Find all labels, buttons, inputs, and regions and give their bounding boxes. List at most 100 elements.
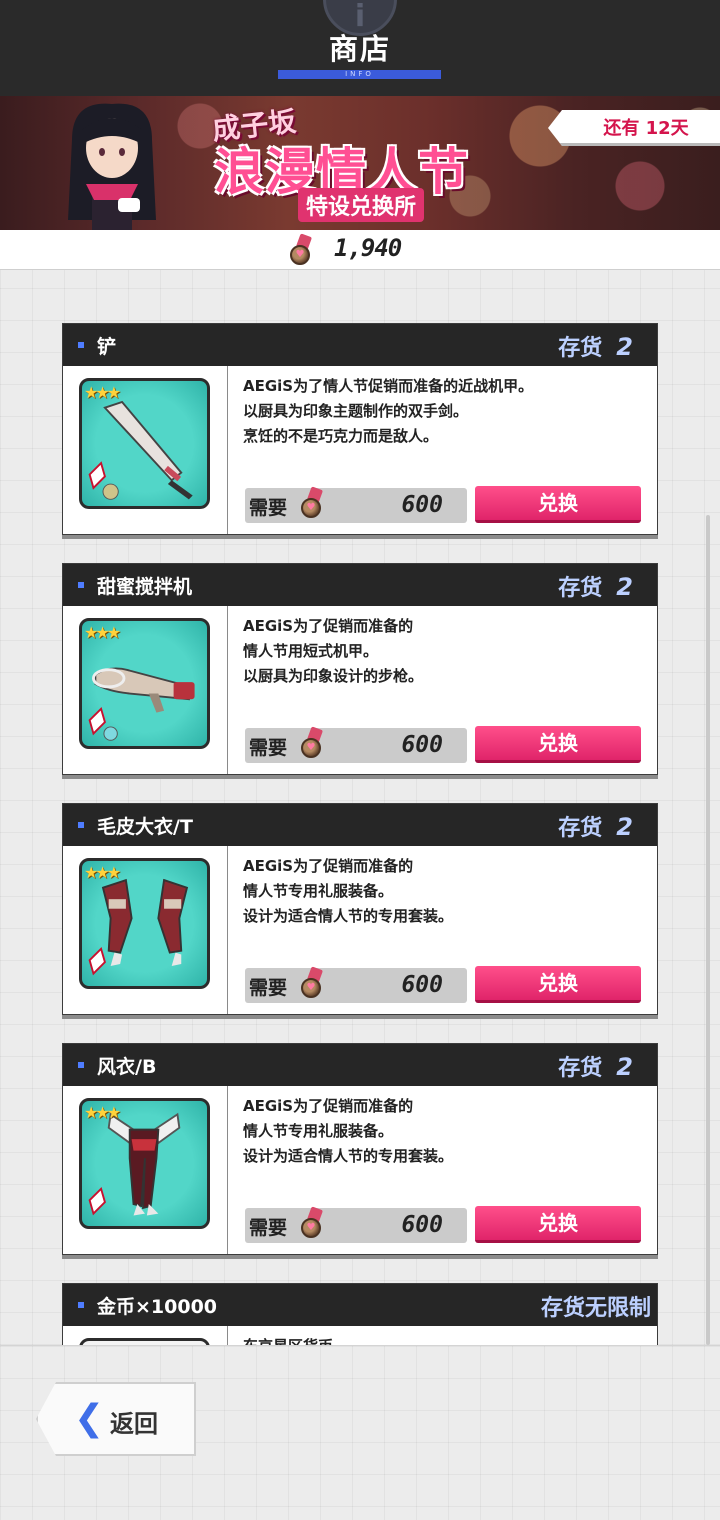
need-label: 需要: [249, 737, 288, 759]
item-description: AEGiS为了情人节促销而准备的近战机甲。 以厨具为印象主题制作的双手剑。 烹饪…: [243, 374, 643, 449]
currency-amount: 1,940: [334, 234, 402, 262]
stock-label: 存货: [558, 576, 603, 601]
item-name: 铲: [97, 336, 117, 358]
valentine-medal-icon: ♥: [290, 233, 314, 265]
exchange-button[interactable]: 兑换: [475, 726, 641, 763]
stock-count: 2: [616, 333, 633, 361]
footer-bar: ❮ 返回: [0, 1345, 720, 1520]
stock-info: 存货 2: [558, 1050, 633, 1082]
item-thumbnail[interactable]: ★★★: [79, 378, 210, 509]
desc-line: 东京星区货币。: [243, 1334, 643, 1345]
item-thumbnail[interactable]: ★★★: [79, 618, 210, 749]
bullet-icon: [78, 1062, 84, 1068]
shop-item-card: 金币×10000 存货无限制 东京星区货币。: [62, 1283, 658, 1345]
exchange-button[interactable]: 兑换: [475, 966, 641, 1003]
valentine-medal-icon: ♥: [301, 486, 325, 518]
desc-line: 设计为适合情人节的专用套装。: [243, 907, 454, 925]
stock-label: 存货: [558, 336, 603, 361]
stock-label: 存货: [558, 816, 603, 841]
desc-line: AEGiS为了促销而准备的: [243, 857, 414, 875]
cost-bar: 需要 ♥ 600: [245, 966, 467, 1003]
bullet-icon: [78, 822, 84, 828]
rarity-stars: ★★★: [84, 383, 121, 402]
desc-line: AEGiS为了情人节促销而准备的近战机甲。: [243, 377, 534, 395]
character-portrait-icon: [68, 103, 156, 230]
item-price: 600: [401, 972, 443, 998]
event-logo: 成子坂 浪漫情人节 特设兑换所: [200, 104, 500, 222]
stock-count: 2: [616, 1053, 633, 1081]
card-header: 铲 存货 2: [63, 324, 657, 366]
thumb-cell: [63, 1326, 228, 1345]
scrollbar[interactable]: [706, 515, 710, 1345]
card-header: 甜蜜搅拌机 存货 2: [63, 564, 657, 606]
valentine-medal-icon: ♥: [301, 966, 325, 998]
desc-line: AEGiS为了促销而准备的: [243, 617, 414, 635]
exchange-button[interactable]: 兑换: [475, 1206, 641, 1243]
exchange-button[interactable]: 兑换: [475, 486, 641, 523]
thumb-cell: ★★★: [63, 366, 228, 534]
valentine-medal-icon: ♥: [301, 1206, 325, 1238]
desc-line: 以厨具为印象设计的步枪。: [243, 667, 424, 685]
stock-info: 存货无限制: [541, 1290, 651, 1322]
stock-count: 2: [616, 573, 633, 601]
need-label: 需要: [249, 1217, 288, 1239]
item-description: 东京星区货币。: [243, 1334, 643, 1345]
cost-bar: 需要 ♥ 600: [245, 486, 467, 523]
stock-label: 存货: [558, 1056, 603, 1081]
shop-item-card: 风衣/B 存货2 ★★★ AEGiS为了促销而准备的 情人节专用礼服装备。 设: [62, 1043, 658, 1255]
item-description: AEGiS为了促销而准备的 情人节用短式机甲。 以厨具为印象设计的步枪。: [243, 614, 643, 689]
item-description: AEGiS为了促销而准备的 情人节专用礼服装备。 设计为适合情人节的专用套装。: [243, 854, 643, 929]
stock-info: 存货 2: [558, 570, 633, 602]
chevron-left-icon: ❮: [74, 1398, 105, 1439]
need-label: 需要: [249, 497, 288, 519]
cost-bar: 需要 ♥ 600: [245, 1206, 467, 1243]
currency-bar: ♥ 1,940: [0, 230, 720, 270]
desc-line: 设计为适合情人节的专用套装。: [243, 1147, 454, 1165]
bullet-icon: [78, 342, 84, 348]
back-button[interactable]: ❮ 返回: [36, 1382, 196, 1456]
shop-item-card: 毛皮大衣/T 存货 2 ★★★ AEGiS为了促销而准备的 情人节专用礼服装备。: [62, 803, 658, 1015]
item-name: 毛皮大衣/T: [97, 816, 193, 838]
desc-line: 烹饪的不是巧克力而是敌人。: [243, 427, 439, 445]
days-remaining-badge: 还有 12天: [548, 110, 720, 146]
item-thumbnail[interactable]: ★★★: [79, 1098, 210, 1229]
card-header: 毛皮大衣/T 存货 2: [63, 804, 657, 846]
shop-item-list[interactable]: 铲 存货 2 ★★★ AEGiS为了情人节促销而准备的近战机甲。 以厨具为印象主题…: [0, 270, 720, 1345]
card-header: 风衣/B 存货 2: [63, 1044, 657, 1086]
item-price: 600: [401, 492, 443, 518]
desc-line: AEGiS为了促销而准备的: [243, 1097, 414, 1115]
event-banner: 成子坂 浪漫情人节 特设兑换所 还有 12天: [0, 96, 720, 230]
item-thumbnail[interactable]: [79, 1338, 210, 1345]
item-thumbnail[interactable]: ★★★: [79, 858, 210, 989]
bullet-icon: [78, 1302, 84, 1308]
rarity-stars: ★★★: [84, 1103, 121, 1122]
item-price: 600: [401, 1212, 443, 1238]
desc-line: 情人节专用礼服装备。: [243, 1122, 394, 1140]
page-title: 商店: [328, 32, 391, 66]
stock-info: 存货 2: [558, 330, 633, 362]
title-underline: INFO: [278, 70, 441, 79]
need-label: 需要: [249, 977, 288, 999]
desc-line: 情人节用短式机甲。: [243, 642, 379, 660]
item-price: 600: [401, 732, 443, 758]
thumb-cell: ★★★: [63, 1086, 228, 1254]
rarity-stars: ★★★: [84, 863, 121, 882]
shop-item-card: 甜蜜搅拌机 存货 2 ★★★ AEGiS为了促销而准备的 情人节用短式机甲。 以厨…: [62, 563, 658, 775]
thumb-cell: ★★★: [63, 846, 228, 1014]
logo-line-3: 特设兑换所: [298, 188, 425, 222]
stock-count: 2: [616, 813, 633, 841]
stock-info: 存货 2: [558, 810, 633, 842]
card-header: 金币×10000 存货无限制: [63, 1284, 657, 1326]
item-name: 风衣/B: [97, 1056, 157, 1078]
valentine-medal-icon: ♥: [301, 726, 325, 758]
item-name: 金币×10000: [97, 1296, 218, 1318]
item-description: AEGiS为了促销而准备的 情人节专用礼服装备。 设计为适合情人节的专用套装。: [243, 1094, 643, 1169]
desc-line: 情人节专用礼服装备。: [243, 882, 394, 900]
cost-bar: 需要 ♥ 600: [245, 726, 467, 763]
thumb-cell: ★★★: [63, 606, 228, 774]
stock-label: 存货无限制: [540, 1296, 651, 1321]
top-header: i 商店 INFO: [0, 0, 720, 96]
back-label: 返回: [110, 1410, 158, 1438]
shop-item-card: 铲 存货 2 ★★★ AEGiS为了情人节促销而准备的近战机甲。 以厨具为印象主题…: [62, 323, 658, 535]
rarity-stars: ★★★: [84, 623, 121, 642]
